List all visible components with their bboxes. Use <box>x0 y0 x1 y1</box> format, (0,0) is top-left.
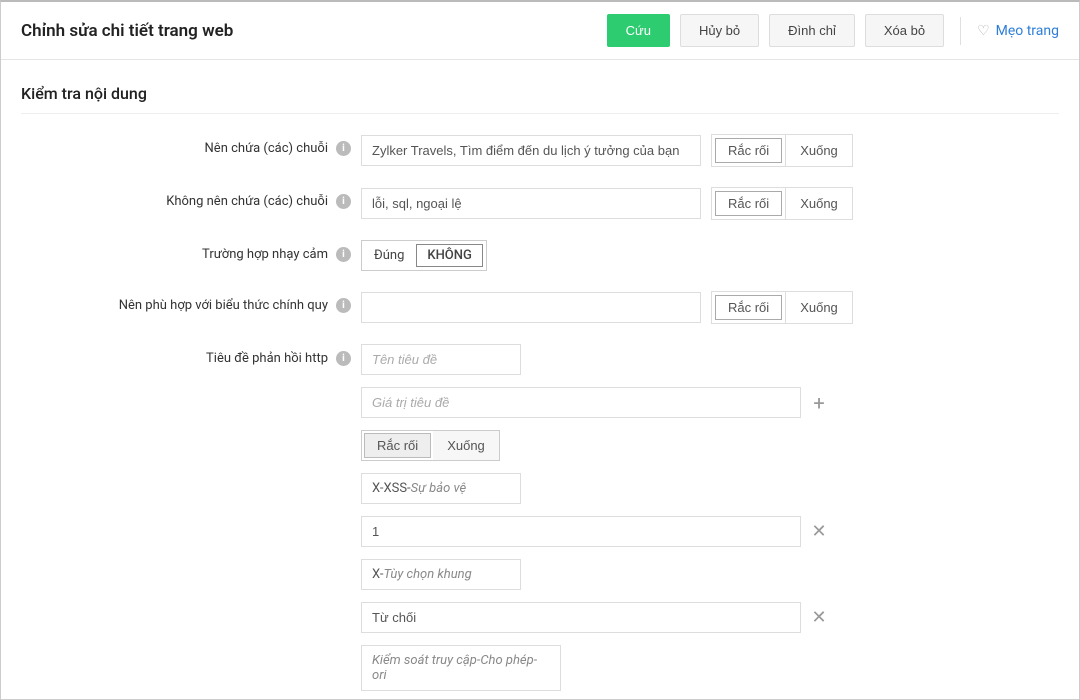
info-icon[interactable]: i <box>336 194 351 209</box>
cancel-button[interactable]: Hủy bỏ <box>680 14 759 47</box>
new-header-value-input[interactable] <box>361 387 801 418</box>
add-header-icon[interactable]: + <box>809 391 829 415</box>
header-alert-toggle[interactable]: Rắc rối Xuống <box>361 430 500 461</box>
header-value-0[interactable] <box>361 516 801 547</box>
down-option[interactable]: Xuống <box>785 188 852 219</box>
header-name-suffix: Sự bảo vệ <box>411 481 467 496</box>
regex-alert-toggle[interactable]: Rắc rối Xuống <box>711 291 853 324</box>
save-button[interactable]: Cứu <box>607 14 670 47</box>
header-name-prefix: X- <box>372 567 383 582</box>
case-sensitive-toggle[interactable]: Đúng KHÔNG <box>361 240 487 271</box>
header-value-1[interactable] <box>361 602 801 633</box>
page-tip-label: Mẹo trang <box>996 23 1059 39</box>
label-regex: Nên phù hợp với biểu thức chính quy <box>119 298 328 313</box>
yes-option[interactable]: Đúng <box>362 242 416 269</box>
suspend-button[interactable]: Đình chỉ <box>769 14 855 47</box>
remove-header-icon[interactable]: ✕ <box>809 607 829 628</box>
down-option[interactable]: Xuống <box>785 135 852 166</box>
header-name-2[interactable]: Kiểm soát truy cập-Cho phép-ori <box>361 645 561 691</box>
page-tip-link[interactable]: ♡ Mẹo trang <box>977 23 1059 39</box>
header-name-0[interactable]: X-XSS-Sự bảo vệ <box>361 473 521 504</box>
label-should-not-contain: Không nên chứa (các) chuỗi <box>166 194 328 209</box>
info-icon[interactable]: i <box>336 247 351 262</box>
header-name-1[interactable]: X-Tùy chọn khung <box>361 559 521 590</box>
should-contain-alert-toggle[interactable]: Rắc rối Xuống <box>711 134 853 167</box>
label-should-contain: Nên chứa (các) chuỗi <box>205 141 328 156</box>
remove-header-icon[interactable]: ✕ <box>809 521 829 542</box>
bulb-icon: ♡ <box>977 23 990 39</box>
no-option[interactable]: KHÔNG <box>416 244 482 267</box>
info-icon[interactable]: i <box>336 351 351 366</box>
page-title: Chỉnh sửa chi tiết trang web <box>21 21 233 41</box>
should-not-contain-alert-toggle[interactable]: Rắc rối Xuống <box>711 187 853 220</box>
new-header-name-input[interactable] <box>361 344 521 375</box>
delete-button[interactable]: Xóa bỏ <box>865 14 944 47</box>
info-icon[interactable]: i <box>336 298 351 313</box>
down-option[interactable]: Xuống <box>785 292 852 323</box>
trouble-option[interactable]: Rắc rối <box>364 433 431 458</box>
header-name-suffix: Kiểm soát truy cập-Cho phép-ori <box>372 653 537 683</box>
trouble-option[interactable]: Rắc rối <box>715 295 782 320</box>
header-divider <box>960 17 961 45</box>
info-icon[interactable]: i <box>336 141 351 156</box>
header-name-prefix: X-XSS- <box>372 481 411 496</box>
section-title: Kiểm tra nội dung <box>21 84 1059 114</box>
should-not-contain-input[interactable] <box>361 188 701 219</box>
should-contain-input[interactable] <box>361 135 701 166</box>
trouble-option[interactable]: Rắc rối <box>715 191 782 216</box>
regex-input[interactable] <box>361 292 701 323</box>
trouble-option[interactable]: Rắc rối <box>715 138 782 163</box>
down-option[interactable]: Xuống <box>433 431 499 460</box>
label-http-headers: Tiêu đề phản hồi http <box>206 351 328 366</box>
header-name-suffix: Tùy chọn khung <box>383 567 471 582</box>
label-case-sensitive: Trường hợp nhạy cảm <box>202 247 328 262</box>
